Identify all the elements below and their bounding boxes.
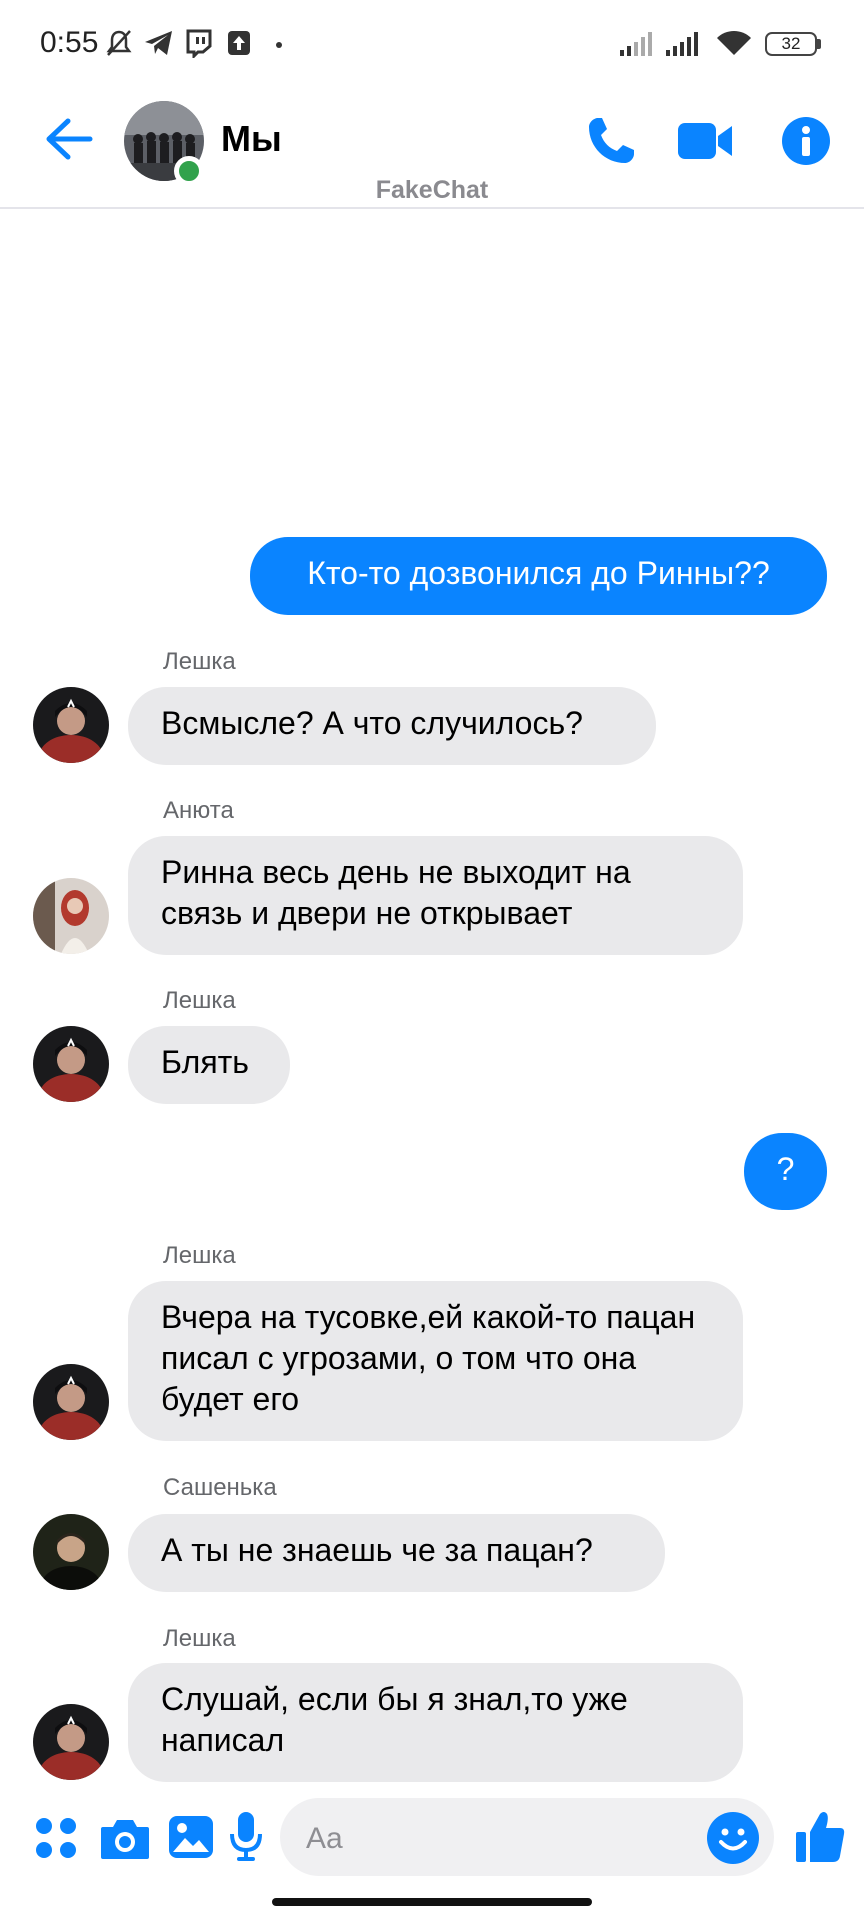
battery-icon: 32 xyxy=(765,32,817,56)
message-incoming[interactable]: Блять xyxy=(128,1026,290,1104)
message-sender: Лешка xyxy=(163,1242,236,1269)
avatar-leshka[interactable] xyxy=(33,1364,109,1440)
emoji-icon[interactable] xyxy=(706,1811,760,1865)
avatar-leshka[interactable] xyxy=(33,687,109,763)
phone-icon[interactable] xyxy=(584,114,638,168)
watermark: FakeChat xyxy=(375,176,489,204)
message-incoming[interactable]: Вчера на тусовке,ей какой-то пацан писал… xyxy=(128,1281,743,1441)
header-divider xyxy=(0,207,864,209)
microphone-icon[interactable] xyxy=(228,1810,264,1864)
message-incoming[interactable]: Всмысле? А что случилось? xyxy=(128,687,656,765)
message-incoming[interactable]: Слушай, если бы я знал,то уже написал xyxy=(128,1663,743,1782)
signal-icon xyxy=(666,32,698,56)
muted-bell-icon xyxy=(106,30,132,56)
message-outgoing[interactable]: Кто-то дозвонился до Ринны?? xyxy=(250,537,827,615)
avatar-sashenka[interactable] xyxy=(33,1514,109,1590)
video-icon[interactable] xyxy=(676,118,734,164)
twitch-icon xyxy=(186,29,212,58)
message-incoming[interactable]: А ты не знаешь че за пацан? xyxy=(128,1514,665,1592)
message-sender: Сашенька xyxy=(163,1474,277,1501)
camera-icon[interactable] xyxy=(99,1815,151,1861)
gallery-icon[interactable] xyxy=(167,1814,215,1860)
message-sender: Анюта xyxy=(163,797,234,824)
dot-icon xyxy=(276,42,282,48)
message-input-placeholder: Aa xyxy=(306,1822,343,1855)
back-arrow-icon[interactable] xyxy=(44,117,94,161)
info-icon[interactable] xyxy=(781,116,831,166)
upload-icon xyxy=(228,31,250,55)
chat-title[interactable]: Мы xyxy=(221,118,282,160)
message-outgoing[interactable]: ? xyxy=(744,1133,827,1210)
signal-icon xyxy=(620,32,652,56)
wifi-icon xyxy=(717,30,751,55)
message-input[interactable] xyxy=(280,1798,774,1876)
avatar-anyuta[interactable] xyxy=(33,878,109,954)
avatar-leshka[interactable] xyxy=(33,1704,109,1780)
telegram-icon xyxy=(145,31,172,55)
message-sender: Лешка xyxy=(163,648,236,675)
avatar-leshka[interactable] xyxy=(33,1026,109,1102)
home-indicator[interactable] xyxy=(272,1898,592,1906)
menu-grid-icon[interactable] xyxy=(34,1816,78,1860)
thumbs-up-icon[interactable] xyxy=(794,1808,846,1864)
battery-tip xyxy=(817,39,821,49)
message-sender: Лешка xyxy=(163,1625,236,1652)
status-time: 0:55 xyxy=(40,26,99,59)
message-incoming[interactable]: Ринна весь день не выходит на связь и дв… xyxy=(128,836,743,955)
message-sender: Лешка xyxy=(163,987,236,1014)
